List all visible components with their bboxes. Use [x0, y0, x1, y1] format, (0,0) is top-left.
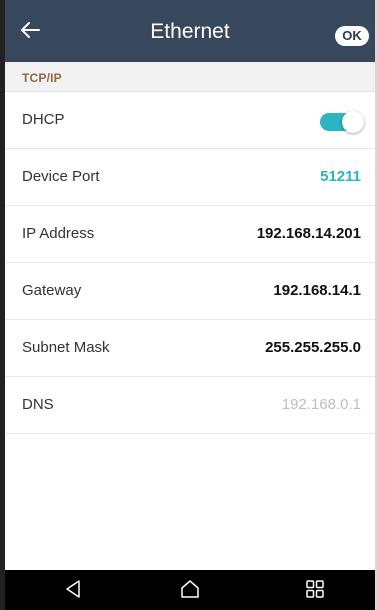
setting-row-dhcp[interactable]: DHCP — [5, 92, 375, 149]
system-nav-bar — [5, 570, 375, 610]
setting-row-gateway[interactable]: Gateway 192.168.14.1 — [5, 263, 375, 320]
setting-row-ip-address[interactable]: IP Address 192.168.14.201 — [5, 206, 375, 263]
setting-value-subnet-mask: 255.255.255.0 — [265, 339, 361, 356]
setting-label-dhcp: DHCP — [22, 111, 65, 128]
section-header-tcpip: TCP/IP — [5, 62, 375, 92]
ethernet-settings-screen: Ethernet OK TCP/IP DHCP Device Port 5121… — [5, 0, 375, 610]
setting-row-subnet-mask[interactable]: Subnet Mask 255.255.255.0 — [5, 320, 375, 377]
page-title: Ethernet — [150, 20, 230, 43]
setting-label-ip-address: IP Address — [22, 225, 95, 242]
setting-value-ip-address: 192.168.14.201 — [256, 225, 361, 242]
dhcp-toggle[interactable] — [320, 111, 364, 133]
recent-apps-icon — [305, 579, 325, 604]
setting-row-dns[interactable]: DNS 192.168.0.1 — [5, 377, 375, 434]
setting-label-dns: DNS — [22, 396, 54, 413]
section-title: TCP/IP — [22, 71, 62, 85]
ok-button[interactable]: OK — [335, 26, 369, 46]
back-triangle-icon — [64, 579, 82, 604]
setting-value-device-port: 51211 — [320, 168, 361, 185]
nav-home-button[interactable] — [178, 579, 202, 604]
home-icon — [180, 579, 200, 604]
setting-value-dns: 192.168.0.1 — [281, 396, 361, 413]
setting-label-subnet-mask: Subnet Mask — [22, 339, 110, 356]
setting-label-device-port: Device Port — [22, 168, 100, 185]
setting-label-gateway: Gateway — [22, 282, 82, 299]
toggle-knob — [342, 111, 364, 133]
app-bar: Ethernet OK — [5, 0, 375, 62]
setting-value-gateway: 192.168.14.1 — [273, 282, 361, 299]
nav-back-button[interactable] — [61, 579, 85, 604]
setting-row-device-port[interactable]: Device Port 51211 — [5, 149, 375, 206]
nav-recent-apps-button[interactable] — [303, 579, 327, 604]
